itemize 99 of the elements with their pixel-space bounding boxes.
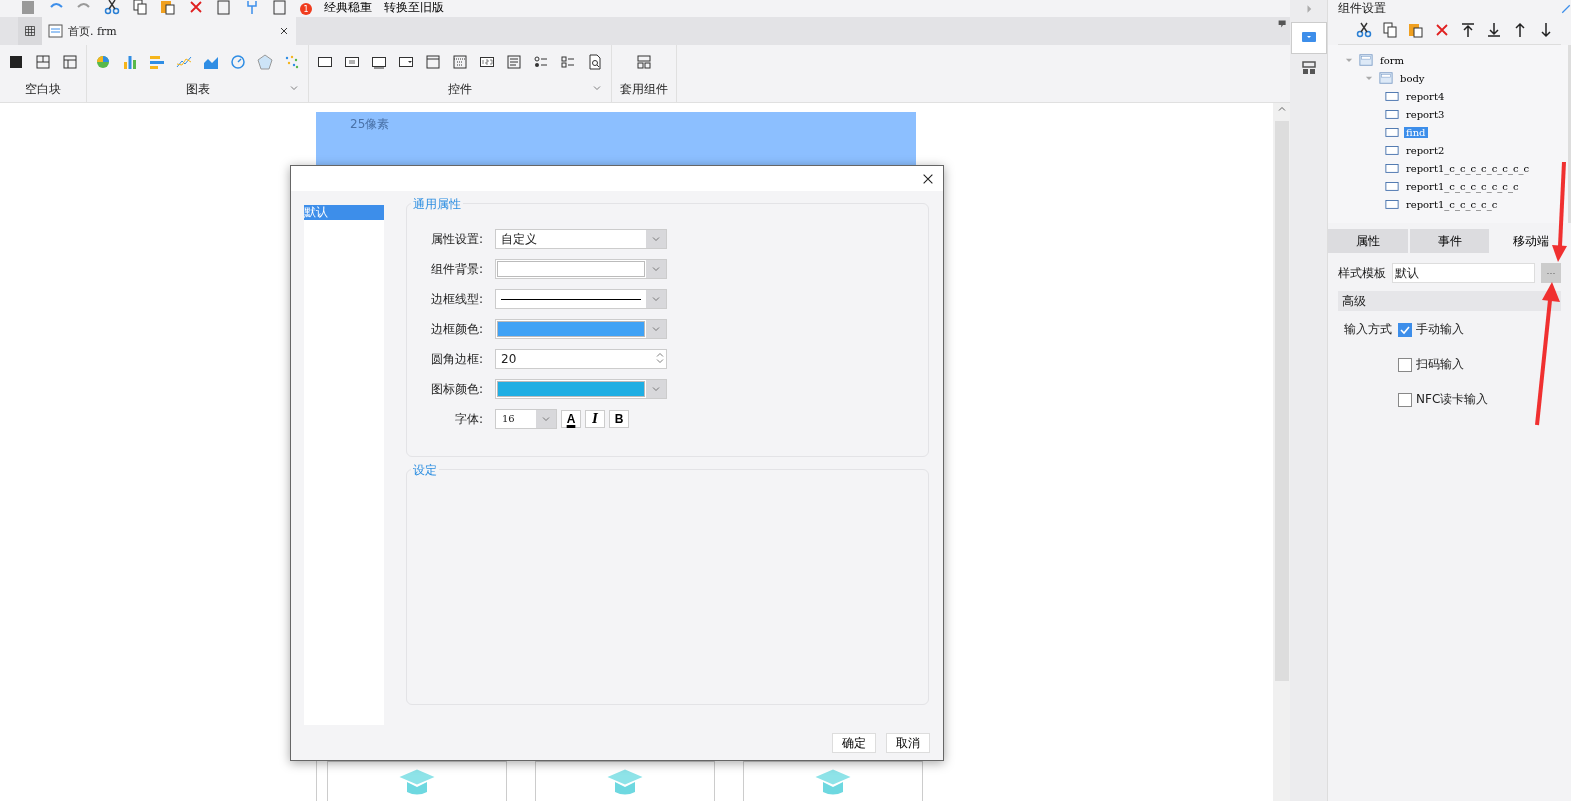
checkbox[interactable] [1398,357,1412,372]
section-title: 通用属性 [411,196,463,213]
radar-chart-icon[interactable] [257,54,273,70]
tree-item[interactable]: report3 [1404,108,1447,120]
dialog-button[interactable]: 取消 [886,733,930,753]
form-file-icon [48,23,64,39]
widget-icon [1384,143,1400,157]
bar-chart-icon[interactable] [122,54,138,70]
button-icon[interactable] [371,54,387,70]
number-icon[interactable] [479,54,495,70]
checkbox[interactable] [1398,322,1412,337]
tree-item[interactable]: report1_c_c_c_c_c [1404,198,1500,210]
checkbox-group-icon[interactable] [560,54,576,70]
tree-item[interactable]: body [1398,72,1427,84]
group-label: 控件 [448,80,472,98]
field-label: 边框颜色: [429,320,483,338]
layout-icon[interactable] [636,54,652,70]
paste-icon[interactable] [160,0,176,15]
widget-icon [1378,71,1394,85]
widget-icon [1384,125,1400,139]
layout-icon[interactable] [1300,60,1317,76]
field-label: 样式模板 [1338,264,1386,282]
scatter-chart-icon[interactable] [284,54,300,70]
copy-icon[interactable] [132,0,148,15]
section-title: 设定 [411,462,439,479]
pie-chart-icon[interactable] [95,54,111,70]
gauge-icon[interactable] [230,54,246,70]
paste-icon[interactable] [1408,22,1424,38]
color-picker[interactable] [495,379,667,399]
label-icon[interactable] [344,54,360,70]
tree-item[interactable]: report1_c_c_c_c_c_c_c_c [1404,162,1532,174]
widget-icon [1384,107,1400,121]
move-bottom-icon[interactable] [1486,22,1502,38]
block-icon[interactable] [8,54,24,70]
tab[interactable]: 属性 [1328,229,1408,253]
widget-icon [1384,179,1400,193]
text-area-icon[interactable] [506,54,522,70]
calendar-icon[interactable] [452,54,468,70]
line-style-picker[interactable] [495,289,667,309]
field-label: 边框线型: [429,290,483,308]
dialog-button[interactable]: 确定 [832,733,876,753]
widget-icon [1384,197,1400,211]
toolbar-button[interactable]: 转换至旧版 [384,2,444,17]
tree-item[interactable]: report2 [1404,144,1447,156]
field-label: 组件背景: [429,260,483,278]
text-box-icon[interactable] [317,54,333,70]
font-size-select[interactable]: 16 [495,409,557,429]
checkbox-label: 手动输入 [1416,321,1464,338]
bar-chart-icon[interactable] [149,54,165,70]
down-arrow-icon[interactable] [1538,22,1554,38]
format-button[interactable]: I [585,410,605,428]
table-icon[interactable] [62,54,78,70]
number-field[interactable]: 20 [495,349,667,369]
copy-icon[interactable] [1382,22,1398,38]
date-icon[interactable] [425,54,441,70]
grid-button[interactable] [18,17,42,45]
radio-group-icon[interactable] [533,54,549,70]
format-button[interactable]: B [609,410,629,428]
field-label: 输入方式 [1344,321,1392,338]
dropdown-icon[interactable] [398,54,414,70]
checkbox[interactable] [1398,392,1412,407]
style-template-field[interactable]: 默认 [1392,263,1535,283]
grid-icon[interactable] [24,23,36,39]
line-chart-icon[interactable] [176,54,192,70]
scrollbar-thumb[interactable] [1274,121,1289,681]
tree-item[interactable]: form [1378,54,1406,66]
field-label: 圆角边框: [429,350,483,368]
select-field[interactable]: 自定义 [495,229,667,249]
widget-icon [1384,89,1400,103]
widget-icon [1358,53,1374,67]
move-top-icon[interactable] [1460,22,1476,38]
file-tab[interactable]: 首页. frm [42,17,296,45]
scissors-icon[interactable] [104,0,120,15]
panel-title: 组件设置 [1338,2,1386,14]
field-label: 字体: [453,410,483,428]
tab[interactable]: 事件 [1409,229,1490,253]
checkbox-label: NFC读卡输入 [1416,391,1489,408]
more-button[interactable]: ··· [1541,263,1561,283]
close-icon[interactable] [278,25,290,37]
color-picker[interactable] [495,259,667,279]
field-label: 图标颜色: [429,380,483,398]
group-label: 套用组件 [620,80,668,98]
scissors-icon[interactable] [1356,22,1372,38]
section-header[interactable]: 高级 [1338,291,1561,311]
color-picker[interactable] [495,319,667,339]
notification-badge: 1 [300,3,312,15]
spinner-icon[interactable] [654,350,666,366]
group-label: 图表 [185,80,210,98]
tree-item[interactable]: report4 [1404,90,1447,102]
widget-settings-icon[interactable] [1300,29,1317,45]
spacing-label: 25像素 [350,117,390,131]
layout-icon[interactable] [35,54,51,70]
tree-item[interactable]: report1_c_c_c_c_c_c_c [1404,180,1521,192]
field-label: 属性设置: [429,230,483,248]
group-label: 空白块 [25,80,61,98]
checkbox-label: 扫码输入 [1416,356,1464,373]
widget-icon [1384,161,1400,175]
format-button[interactable]: A [561,410,581,428]
search-icon[interactable] [587,54,603,70]
